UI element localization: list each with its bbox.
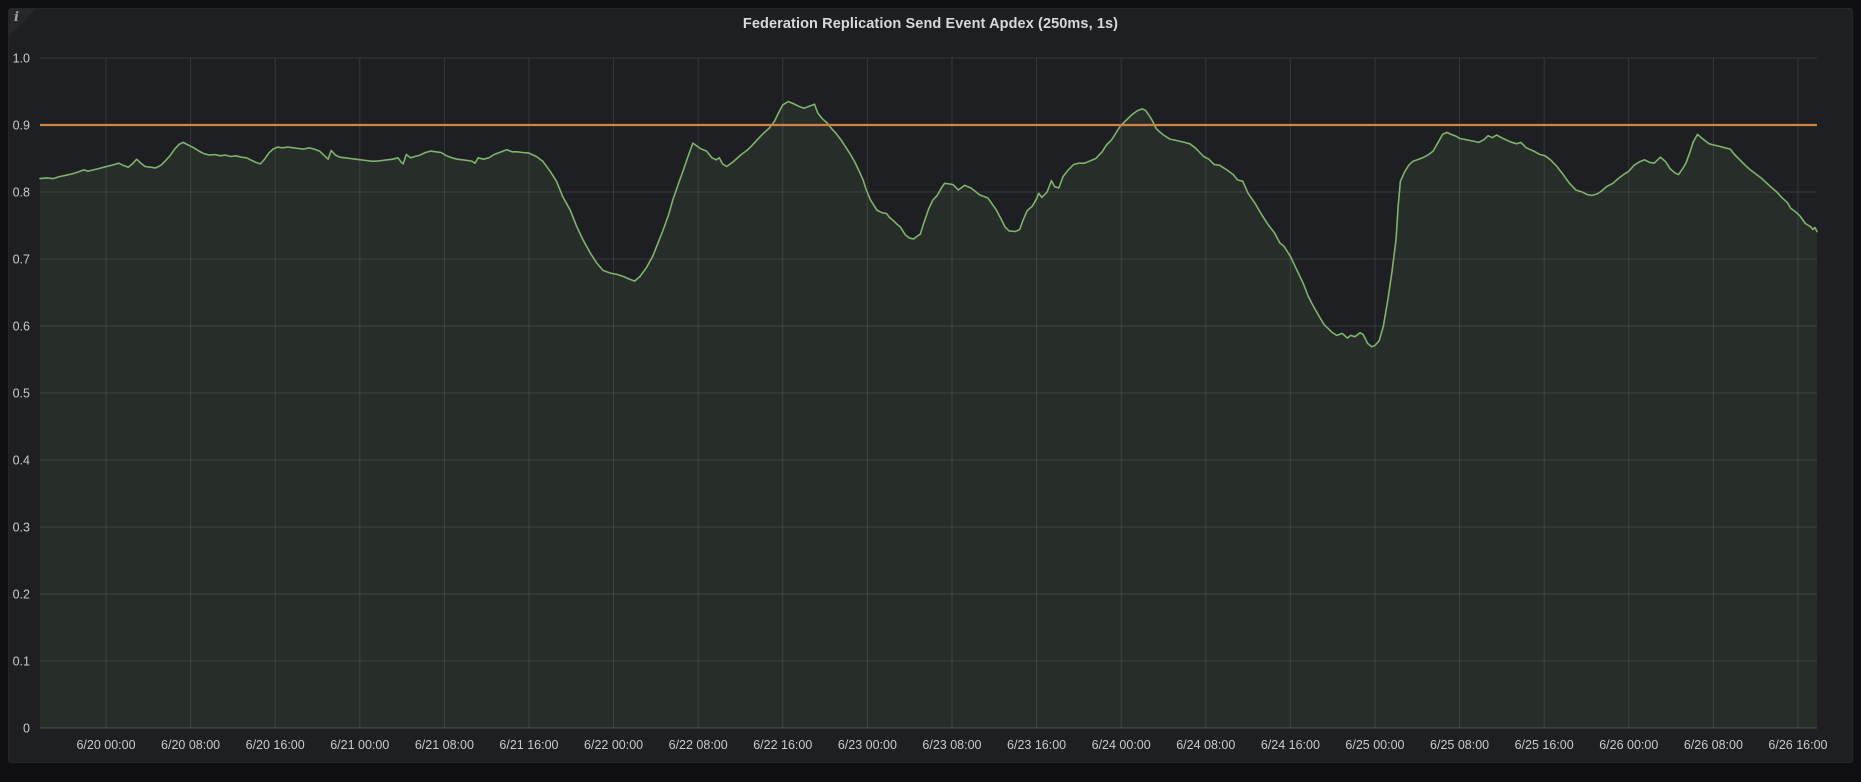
x-tick-label: 6/24 08:00 — [1176, 738, 1235, 752]
x-tick-label: 6/22 16:00 — [753, 738, 812, 752]
y-tick-label: 1.0 — [13, 52, 30, 66]
y-tick-label: 0.6 — [13, 320, 30, 334]
x-tick-label: 6/21 00:00 — [330, 738, 389, 752]
x-tick-label: 6/21 16:00 — [499, 738, 558, 752]
y-tick-label: 0.9 — [13, 119, 30, 133]
x-tick-label: 6/26 08:00 — [1684, 738, 1743, 752]
y-tick-label: 0 — [23, 722, 30, 736]
x-tick-label: 6/23 16:00 — [1007, 738, 1066, 752]
y-tick-label: 0.1 — [13, 655, 30, 669]
apdex-series-fill — [40, 102, 1817, 729]
x-tick-label: 6/24 00:00 — [1092, 738, 1151, 752]
y-tick-label: 0.5 — [13, 387, 30, 401]
y-tick-label: 0.4 — [13, 454, 30, 468]
y-tick-label: 0.8 — [13, 186, 30, 200]
y-tick-label: 0.7 — [13, 253, 30, 267]
x-tick-label: 6/23 08:00 — [922, 738, 981, 752]
x-tick-label: 6/25 08:00 — [1430, 738, 1489, 752]
x-tick-label: 6/24 16:00 — [1261, 738, 1320, 752]
y-tick-label: 0.3 — [13, 521, 30, 535]
x-tick-label: 6/21 08:00 — [415, 738, 474, 752]
x-tick-label: 6/22 08:00 — [669, 738, 728, 752]
y-tick-label: 0.2 — [13, 588, 30, 602]
x-tick-label: 6/25 00:00 — [1345, 738, 1404, 752]
apdex-timeseries-chart[interactable]: 0 0.1 0.2 0.3 0.4 0.5 0.6 0.7 0.8 0.9 1.0 6/20 00:0… — [0, 0, 1861, 782]
x-tick-label: 6/20 16:00 — [246, 738, 305, 752]
dashboard-page: i Federation Replication Send Event Apde… — [0, 0, 1861, 782]
x-tick-label: 6/25 16:00 — [1515, 738, 1574, 752]
x-tick-label: 6/20 08:00 — [161, 738, 220, 752]
x-tick-label: 6/26 00:00 — [1599, 738, 1658, 752]
x-tick-label: 6/23 00:00 — [838, 738, 897, 752]
x-tick-label: 6/20 00:00 — [76, 738, 135, 752]
x-tick-label: 6/26 16:00 — [1768, 738, 1827, 752]
x-tick-label: 6/22 00:00 — [584, 738, 643, 752]
